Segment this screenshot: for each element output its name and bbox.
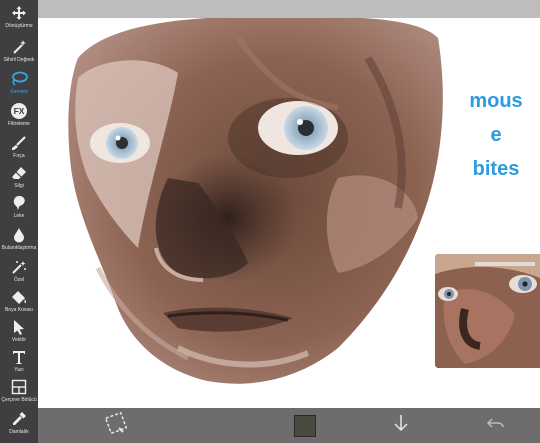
fx-icon: FX [10,102,28,120]
blur-drop-icon [10,226,28,244]
left-toolbar: Dönüştürme Sihirli Değnek Kement FX Filt… [0,0,38,443]
tool-eyedropper[interactable]: Damlalık [0,410,38,435]
tool-label: Yazı [14,367,24,373]
tool-label: Dönüştürme [5,23,33,29]
reference-photo[interactable] [435,254,540,368]
tool-magic-wand[interactable]: Sihirli Değnek [0,38,38,63]
magic-wand-icon [10,38,28,56]
svg-text:FX: FX [14,106,25,116]
annotation-text: mous e bites [456,90,536,180]
tool-label: Damlalık [9,429,29,435]
layers-down-button[interactable] [389,408,413,443]
top-bar [38,0,540,18]
tool-label: Çerçeve Bölücü [1,397,37,403]
lasso-icon [10,70,28,88]
tool-label: Filtreleme [8,121,30,127]
tool-frame-divider[interactable]: Çerçeve Bölücü [0,378,38,403]
tool-label: Silgi [14,183,24,189]
tool-lasso[interactable]: Kement [0,70,38,95]
brush-icon [10,134,28,152]
text-icon [10,348,28,366]
tool-label: Kement [10,89,28,95]
tool-text[interactable]: Yazı [0,348,38,373]
tool-label: Fırça [13,153,25,159]
tool-label: Boya Kovası [4,307,34,313]
tool-label: Sihirli Değnek [3,57,35,63]
tool-brush[interactable]: Fırça [0,134,38,159]
tool-smudge[interactable]: Leke [0,194,38,219]
paint-bucket-icon [10,288,28,306]
tool-paint-bucket[interactable]: Boya Kovası [0,288,38,313]
current-color-button[interactable] [293,408,317,443]
tool-label: Bulanıklaştırma [1,245,37,251]
drawing-canvas[interactable]: mous e bites [38,18,540,408]
annotation-word: e [490,124,502,146]
arrow-down-icon [391,412,411,439]
tool-label: Leke [13,213,25,219]
annotation-word: bites [472,158,520,180]
tool-filter[interactable]: FX Filtreleme [0,102,38,127]
move-arrows-icon [10,4,28,22]
undo-icon [486,413,506,438]
transform-selection-icon [104,411,128,439]
tool-label: Vektör [11,337,27,343]
eyedropper-icon [10,410,28,428]
frame-divider-icon [10,378,28,396]
special-wand-icon [10,258,28,276]
tool-transform[interactable]: Dönüştürme [0,4,38,29]
transform-selection-button[interactable] [104,408,128,443]
annotation-word: mous [469,90,523,112]
undo-button[interactable] [484,408,508,443]
tool-label: Özel [13,277,25,283]
tool-eraser[interactable]: Silgi [0,164,38,189]
eraser-icon [10,164,28,182]
smudge-icon [10,194,28,212]
current-color-swatch [294,414,316,437]
vector-cursor-icon [10,318,28,336]
tool-blur[interactable]: Bulanıklaştırma [0,226,38,251]
bottom-bar [38,408,540,443]
tool-special[interactable]: Özel [0,258,38,283]
tool-vector[interactable]: Vektör [0,318,38,343]
